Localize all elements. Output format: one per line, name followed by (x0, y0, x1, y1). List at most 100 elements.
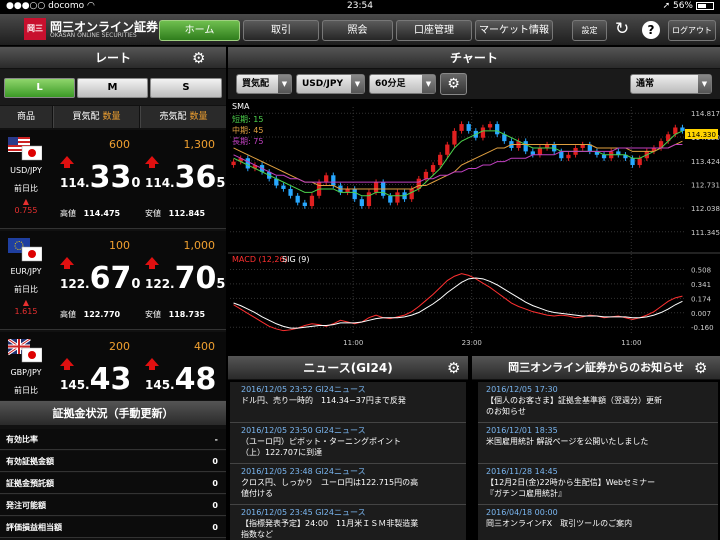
bid-rate[interactable]: 122.670 (60, 261, 140, 296)
refresh-icon[interactable]: ↻ (615, 19, 629, 39)
chart-mode-select[interactable]: 通常 ▼ (630, 74, 712, 94)
rate-settings-gear-icon[interactable]: ⚙ (192, 50, 205, 66)
candle (452, 130, 457, 145)
battery-icon (696, 1, 714, 10)
candle (331, 175, 336, 186)
candle (302, 202, 307, 207)
margin-title: 証拠金状況（手動更新） (52, 407, 174, 420)
candle (366, 192, 372, 207)
chevron-down-icon: ▼ (698, 75, 711, 93)
candle (630, 158, 635, 166)
candle (395, 192, 400, 203)
candle (245, 158, 250, 169)
change-label: 前日比 (14, 285, 38, 294)
rate-panel-title: レート (94, 51, 131, 65)
bid-amount: 600 (109, 138, 130, 151)
price-type-select[interactable]: 買気配 ▼ (236, 74, 292, 94)
margin-row: 証拠金預託額 0 (0, 473, 226, 494)
news-item[interactable]: 2016/12/05 23:50 GI24ニュース （ユーロ円）ピボット・ターニン… (230, 423, 466, 464)
help-icon[interactable]: ? (642, 21, 660, 39)
candle (616, 151, 621, 155)
change-up-icon: ▲ (22, 298, 30, 307)
ask-rate[interactable]: 122.705 (145, 261, 225, 296)
notices-settings-gear-icon[interactable]: ⚙ (694, 360, 707, 376)
candle (637, 158, 642, 166)
interval-select[interactable]: 60分足 ▼ (369, 74, 436, 94)
chart-settings-gear-icon[interactable]: ⚙ (440, 73, 467, 95)
candle (359, 199, 364, 207)
gb-jp-flag-icon (8, 339, 42, 363)
col-header-product: 商品 (0, 106, 52, 128)
candle (495, 124, 500, 135)
nav-home-button[interactable]: ホーム (159, 20, 240, 41)
candle (409, 188, 414, 200)
nav-account-button[interactable]: 口座管理 (396, 20, 472, 41)
change-label: 前日比 (14, 386, 38, 395)
candle (430, 165, 436, 172)
rate-row-eurjpy[interactable]: EUR/JPY 前日比 ▲ 1.615 100 1,000 122.670 122… (0, 231, 226, 330)
tab-size-s[interactable]: S (150, 78, 222, 98)
clock: 23:54 (347, 1, 373, 11)
candle (537, 147, 543, 155)
candle (566, 154, 571, 159)
nav-inquiry-button[interactable]: 照会 (322, 20, 393, 41)
x-tick-label: 23:00 (462, 339, 482, 347)
news-header: ニュース(GI24) (228, 356, 468, 380)
margin-header: 証拠金状況（手動更新） (0, 401, 226, 426)
candle (288, 188, 293, 196)
bid-rate[interactable]: 145.43 (60, 362, 131, 397)
candle (480, 127, 486, 138)
candle (530, 151, 535, 155)
y-tick-label: 0.341 (691, 281, 711, 289)
settings-button[interactable]: 設定 (572, 20, 607, 41)
notices-header: 岡三オンライン証券からのお知らせ (472, 356, 720, 380)
y-tick-label: 112.038 (691, 205, 720, 213)
current-price-label: 114.330 (687, 131, 716, 139)
rate-row-gbpjpy[interactable]: GBP/JPY 前日比 200 400 145.43 145.48 (0, 332, 226, 400)
candle (373, 182, 379, 193)
notice-item[interactable]: 2016/04/18 00:00 岡三オンラインFX 取引ツールのご案内 (478, 505, 718, 540)
sma-label: SMA (232, 102, 250, 111)
nav-market-button[interactable]: マーケット情報 (475, 20, 553, 41)
nav-trade-button[interactable]: 取引 (243, 20, 319, 41)
y-tick-label: 114.817 (691, 110, 720, 118)
margin-row: 有効比率 - (0, 429, 226, 450)
macd-label: MACD (12,26) (232, 255, 288, 264)
col-header-sell: 売気配 数量 (140, 106, 226, 128)
news-item[interactable]: 2016/12/05 23:48 GI24ニュース クロス円、しっかり ユーロ円は… (230, 464, 466, 505)
y-tick-label: 0.508 (691, 266, 711, 274)
y-tick-label: 0.174 (691, 295, 712, 303)
price-chart[interactable]: 114.817114.120113.424112.731112.038111.3… (228, 99, 720, 350)
ask-rate[interactable]: 145.48 (145, 362, 216, 397)
change-label: 前日比 (14, 184, 38, 193)
candle (459, 124, 464, 131)
sma-long-label: 長期: 75 (232, 137, 263, 146)
change-value: ▲ 0.755 (14, 197, 38, 215)
notice-item[interactable]: 2016/12/05 17:30 【個人のお客さま】証拠金基準額（翌週分）更新 のお… (478, 382, 718, 423)
notice-item[interactable]: 2016/11/28 14:45 【12月2日(金)22時から生配信】Webセミナ… (478, 464, 718, 505)
status-bar: ●●●○○ docomo ◠ 23:54 ➚ 56% (0, 0, 720, 14)
pair-select[interactable]: USD/JPY ▼ (296, 74, 365, 94)
bid-amount: 100 (109, 239, 130, 252)
tab-size-l[interactable]: L (4, 78, 75, 98)
news-settings-gear-icon[interactable]: ⚙ (447, 360, 460, 376)
sig-label: SIG (9) (282, 255, 310, 264)
bid-amount: 200 (109, 340, 130, 353)
okasan-logo: 岡三 岡三オンライン証券 OKASAN ONLINE SECURITIES (24, 17, 158, 43)
high-low: 高値 114.475 (60, 209, 121, 218)
logout-button[interactable]: ログアウト (668, 20, 716, 41)
news-item[interactable]: 2016/12/05 23:52 GI24ニュース ドル円、売り一時的 114.3… (230, 382, 466, 423)
candle (523, 141, 528, 152)
notices-title: 岡三オンライン証券からのお知らせ (508, 361, 684, 374)
rate-row-usdjpy[interactable]: USD/JPY 前日比 ▲ 0.755 600 1,300 114.330 114… (0, 130, 226, 229)
candle (680, 127, 685, 131)
margin-row: 評価損益相当額 0 (0, 517, 226, 538)
bid-rate[interactable]: 114.330 (60, 160, 140, 195)
notice-item[interactable]: 2016/12/01 18:35 米国雇用統計 解説ページを公開いたしました (478, 423, 718, 464)
tab-size-m[interactable]: M (77, 78, 148, 98)
news-item[interactable]: 2016/12/05 23:45 GI24ニュース 【指標発表予定】24:00 1… (230, 505, 466, 540)
ask-rate[interactable]: 114.365 (145, 160, 225, 195)
high-value: 高値 122.770 (60, 310, 121, 319)
logo-name-en: OKASAN ONLINE SECURITIES (50, 32, 137, 39)
candle (423, 171, 429, 179)
